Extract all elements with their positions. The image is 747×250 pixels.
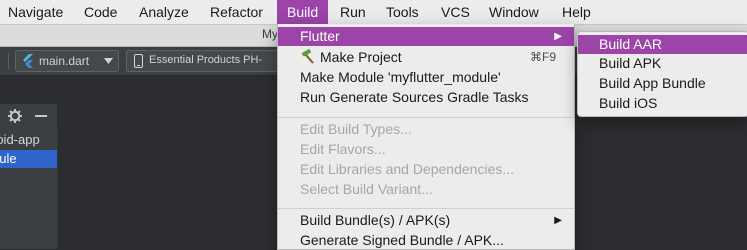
submenu-item-build-apk[interactable]: Build APK (578, 54, 747, 73)
menu-analyze[interactable]: Analyze (139, 0, 189, 24)
menu-item-edit-libraries: Edit Libraries and Dependencies... (300, 161, 515, 177)
run-config-selector[interactable]: main.dart (15, 50, 119, 72)
tree-item-module[interactable]: dule (0, 150, 57, 168)
menu-item-run-generate-sources[interactable]: Run Generate Sources Gradle Tasks (278, 88, 574, 107)
menu-tools[interactable]: Tools (386, 0, 419, 24)
submenu-item-build-ios[interactable]: Build iOS (578, 94, 747, 113)
build-menu: Flutter ▶ Make Project ⌘F9 Make Module '… (277, 24, 575, 250)
menu-bar: Navigate Code Analyze Refactor Build Run… (0, 0, 747, 25)
hammer-icon (301, 49, 314, 64)
device-selector[interactable]: Essential Products PH- (126, 50, 288, 72)
minimize-icon[interactable] (35, 115, 47, 117)
menu-run[interactable]: Run (340, 0, 366, 24)
menu-refactor[interactable]: Refactor (210, 0, 263, 24)
menu-window[interactable]: Window (489, 0, 539, 24)
toolbar-separator (8, 53, 9, 69)
menu-vcs[interactable]: VCS (441, 0, 470, 24)
menu-item-flutter[interactable]: Flutter ▶ (278, 27, 574, 46)
menu-item-make-module[interactable]: Make Module 'myflutter_module' (278, 68, 574, 87)
menu-item-generate-signed-bundle[interactable]: Generate Signed Bundle / APK... (278, 231, 574, 250)
menu-build[interactable]: Build (277, 0, 329, 24)
run-config-label: main.dart (39, 54, 90, 68)
device-label: Essential Products PH- (149, 54, 263, 66)
menu-item-build-bundles-apks[interactable]: Build Bundle(s) / APK(s) ▶ (278, 211, 574, 230)
menu-navigate[interactable]: Navigate (8, 0, 63, 24)
submenu-arrow-icon: ▶ (554, 215, 562, 226)
submenu-item-build-aar[interactable]: Build AAR (578, 35, 747, 54)
gear-icon[interactable] (8, 109, 22, 123)
chevron-down-icon (104, 58, 113, 64)
window-title: My (262, 27, 278, 41)
menu-separator (278, 117, 574, 118)
menu-item-edit-build-types: Edit Build Types... (300, 121, 412, 137)
phone-icon (134, 54, 143, 68)
project-panel: roid-app dule (0, 128, 58, 249)
tree-item-android-app[interactable]: roid-app (0, 131, 57, 149)
menu-help[interactable]: Help (562, 0, 591, 24)
shortcut-label: ⌘F9 (529, 50, 556, 64)
project-panel-header (0, 104, 57, 129)
flutter-submenu: Build AAR Build APK Build App Bundle Bui… (577, 31, 747, 117)
menu-item-select-build-variant: Select Build Variant... (300, 181, 433, 197)
flutter-icon (23, 54, 33, 68)
menu-item-edit-flavors: Edit Flavors... (300, 141, 386, 157)
menu-code[interactable]: Code (84, 0, 117, 24)
submenu-item-build-app-bundle[interactable]: Build App Bundle (578, 74, 747, 93)
menu-item-make-project[interactable]: Make Project ⌘F9 (278, 48, 574, 67)
submenu-arrow-icon: ▶ (554, 31, 562, 42)
menu-separator (278, 208, 574, 209)
